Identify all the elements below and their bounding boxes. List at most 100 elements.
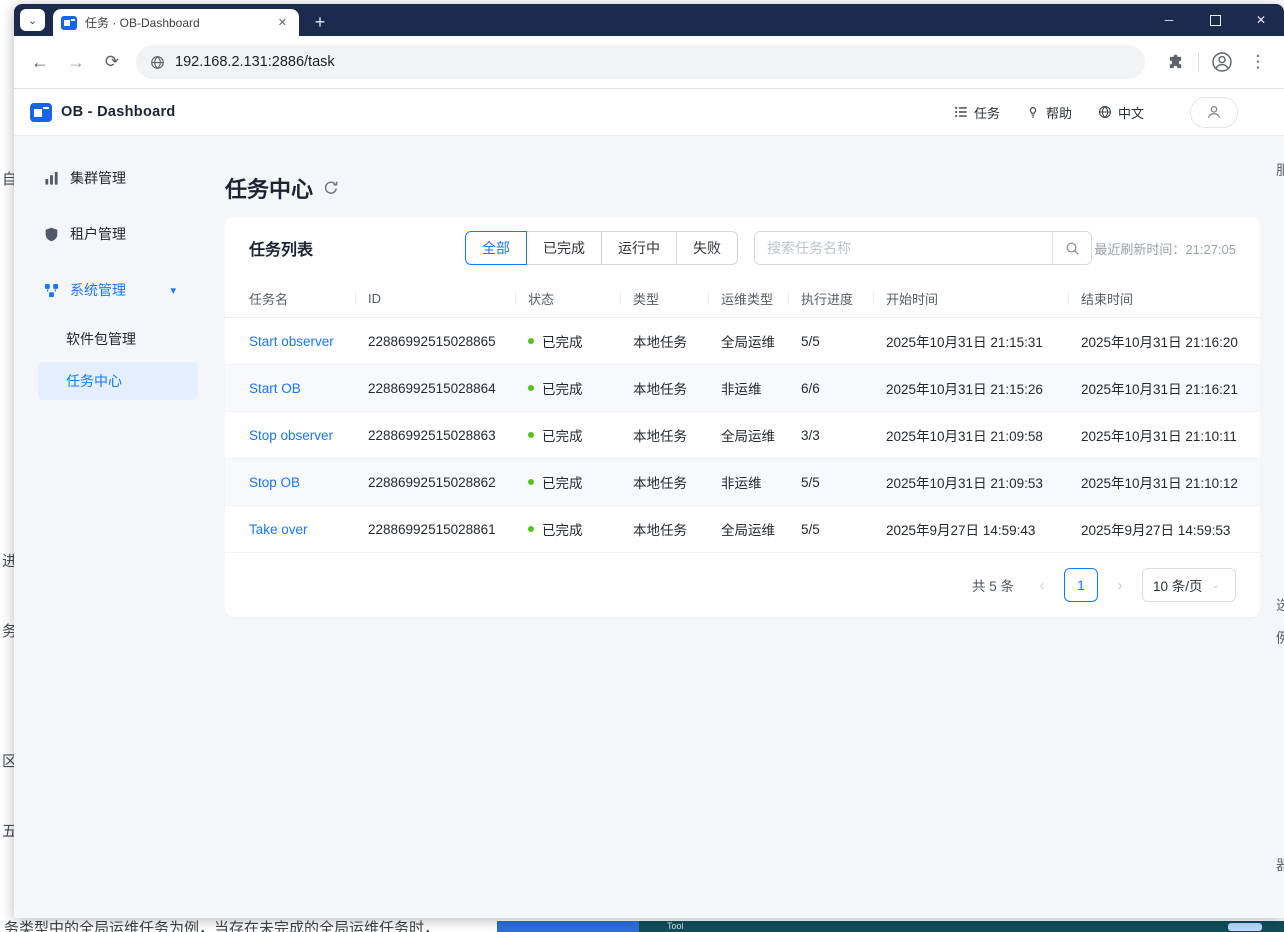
task-table-body: Start observer22886992515028865已完成本地任务全局… [225,318,1260,553]
task-ops-type-cell: 全局运维 [721,425,801,445]
forward-button[interactable]: → [58,44,94,80]
browser-tabstrip: ⌄ 任务 · OB-Dashboard ✕ + ─ ✕ [14,4,1284,36]
user-avatar[interactable] [1190,97,1238,128]
task-id-cell: 22886992515028863 [368,428,528,443]
sidebar-item-system[interactable]: 系统管理 ▾ [14,262,218,318]
task-name-link[interactable]: Stop OB [249,475,368,490]
brand-title: OB - Dashboard [61,104,176,120]
window-minimize-button[interactable]: ─ [1146,4,1192,36]
header-nav-help[interactable]: 帮助 [1026,103,1072,122]
pagination-prev-button[interactable]: ‹ [1032,577,1052,594]
task-name-link[interactable]: Start OB [249,381,368,396]
profile-person-icon [1211,51,1233,73]
filter-completed-button[interactable]: 已完成 [526,231,602,265]
task-status-cell: 已完成 [528,425,633,445]
maximize-icon [1210,15,1221,26]
pagination-total: 共 5 条 [972,575,1014,595]
task-start-time-cell: 2025年10月31日 21:15:31 [886,331,1081,351]
column-header-id: ID [368,291,528,306]
task-name-link[interactable]: Take over [249,522,368,537]
header-nav-language[interactable]: 中文 [1098,103,1144,122]
column-header-status: 状态 [528,289,633,308]
filter-all-button[interactable]: 全部 [465,231,527,265]
status-text: 已完成 [542,425,583,445]
task-ops-type-cell: 全局运维 [721,519,801,539]
sidebar-item-label: 任务中心 [66,371,122,391]
task-end-time-cell: 2025年10月31日 21:10:12 [1081,472,1238,492]
status-text: 已完成 [542,331,583,351]
task-end-time-cell: 2025年10月31日 21:10:11 [1081,425,1237,445]
sidebar-item-packages[interactable]: 软件包管理 [14,318,218,360]
sidebar-item-label: 系统管理 [70,280,126,300]
shield-icon [44,227,59,242]
address-bar[interactable]: 192.168.2.131:2886/task [136,45,1145,79]
background-window-bar: Tool [497,921,1284,932]
task-type-cell: 本地任务 [633,519,721,539]
help-bulb-icon [1026,105,1040,119]
header-nav-tasks[interactable]: 任务 [954,103,1000,122]
task-name-cell: Start OB [249,381,368,396]
browser-window: ⌄ 任务 · OB-Dashboard ✕ + ─ ✕ ← → ⟳ [14,4,1284,918]
task-id-cell: 22886992515028865 [368,334,528,349]
tab-close-button[interactable]: ✕ [274,14,291,31]
search-button[interactable] [1052,232,1091,264]
task-name-link[interactable]: Start observer [249,334,368,349]
window-controls: ─ ✕ [1146,4,1284,36]
filter-running-button[interactable]: 运行中 [601,231,677,265]
column-header-ops-type: 运维类型 [721,289,801,308]
sidebar-item-tenant[interactable]: 租户管理 [14,206,218,262]
task-status-cell: 已完成 [528,331,633,351]
extensions-button[interactable] [1157,44,1193,80]
sidebar: 集群管理 租户管理 [14,136,218,918]
task-name-link[interactable]: Stop observer [249,428,368,443]
task-name-cell: Stop observer [249,428,368,443]
task-start-time-cell: 2025年10月31日 21:09:53 [886,472,1081,492]
app-body: 集群管理 租户管理 [14,136,1284,918]
page-size-select[interactable]: 10 条/页 ⌄ [1142,568,1236,602]
back-button[interactable]: ← [22,44,58,80]
browser-menu-button[interactable]: ⋮ [1240,44,1276,80]
pagination-page-1[interactable]: 1 [1064,568,1098,602]
task-progress-cell: 5/5 [801,475,886,490]
background-text-fragment: 器 [1276,855,1284,875]
task-progress-cell: 3/3 [801,428,886,443]
task-list-icon [954,105,968,119]
table-row: Start OB22886992515028864已完成本地任务非运维6/620… [225,365,1260,412]
task-progress-cell: 5/5 [801,522,886,537]
search-input[interactable] [755,232,1052,264]
header-nav: 任务 帮助 [954,97,1238,128]
task-start-time-cell: 2025年10月31日 21:09:58 [886,425,1081,445]
task-list-card: 任务列表 全部 已完成 运行中 失败 [225,217,1260,617]
puzzle-icon [1167,54,1184,71]
pagination: 共 5 条 ‹ 1 › 10 条/页 ⌄ [225,553,1260,617]
background-text-fragment: 例 [1276,628,1284,648]
page-refresh-button[interactable] [323,180,339,196]
tab-favicon-icon [61,16,77,30]
background-text-fragment: 服 [1276,160,1284,180]
task-end-time-cell: 2025年10月31日 21:16:21 [1081,378,1238,398]
filter-failed-button[interactable]: 失败 [676,231,738,265]
browser-profile-button[interactable] [1204,44,1240,80]
task-type-cell: 本地任务 [633,472,721,492]
globe-icon [1098,105,1112,119]
table-row: Take over22886992515028861已完成本地任务全局运维5/5… [225,506,1260,553]
background-sentence: 务类型中的全局运维任务为例，当存在未完成的全局运维任务时， [4,917,496,932]
pagination-next-button[interactable]: › [1110,577,1130,594]
last-refresh-time: 最近刷新时间：21:27:05 [1094,239,1236,258]
window-maximize-button[interactable] [1192,4,1238,36]
task-type-cell: 本地任务 [633,425,721,445]
browser-tab[interactable]: 任务 · OB-Dashboard ✕ [53,9,299,36]
new-tab-button[interactable]: + [307,9,333,35]
reload-button[interactable]: ⟳ [94,44,130,80]
system-cluster-icon [44,283,59,298]
window-close-button[interactable]: ✕ [1238,4,1284,36]
task-progress-cell: 6/6 [801,381,886,396]
background-bar-badge [1228,923,1262,931]
tab-search-button[interactable]: ⌄ [20,9,45,31]
header-nav-tasks-label: 任务 [974,103,1000,122]
sidebar-item-label: 软件包管理 [66,329,136,349]
sidebar-item-task-center[interactable]: 任务中心 [38,362,198,400]
sidebar-item-cluster[interactable]: 集群管理 [14,150,218,206]
task-name-cell: Take over [249,522,368,537]
column-header-start-time: 开始时间 [886,289,1081,308]
